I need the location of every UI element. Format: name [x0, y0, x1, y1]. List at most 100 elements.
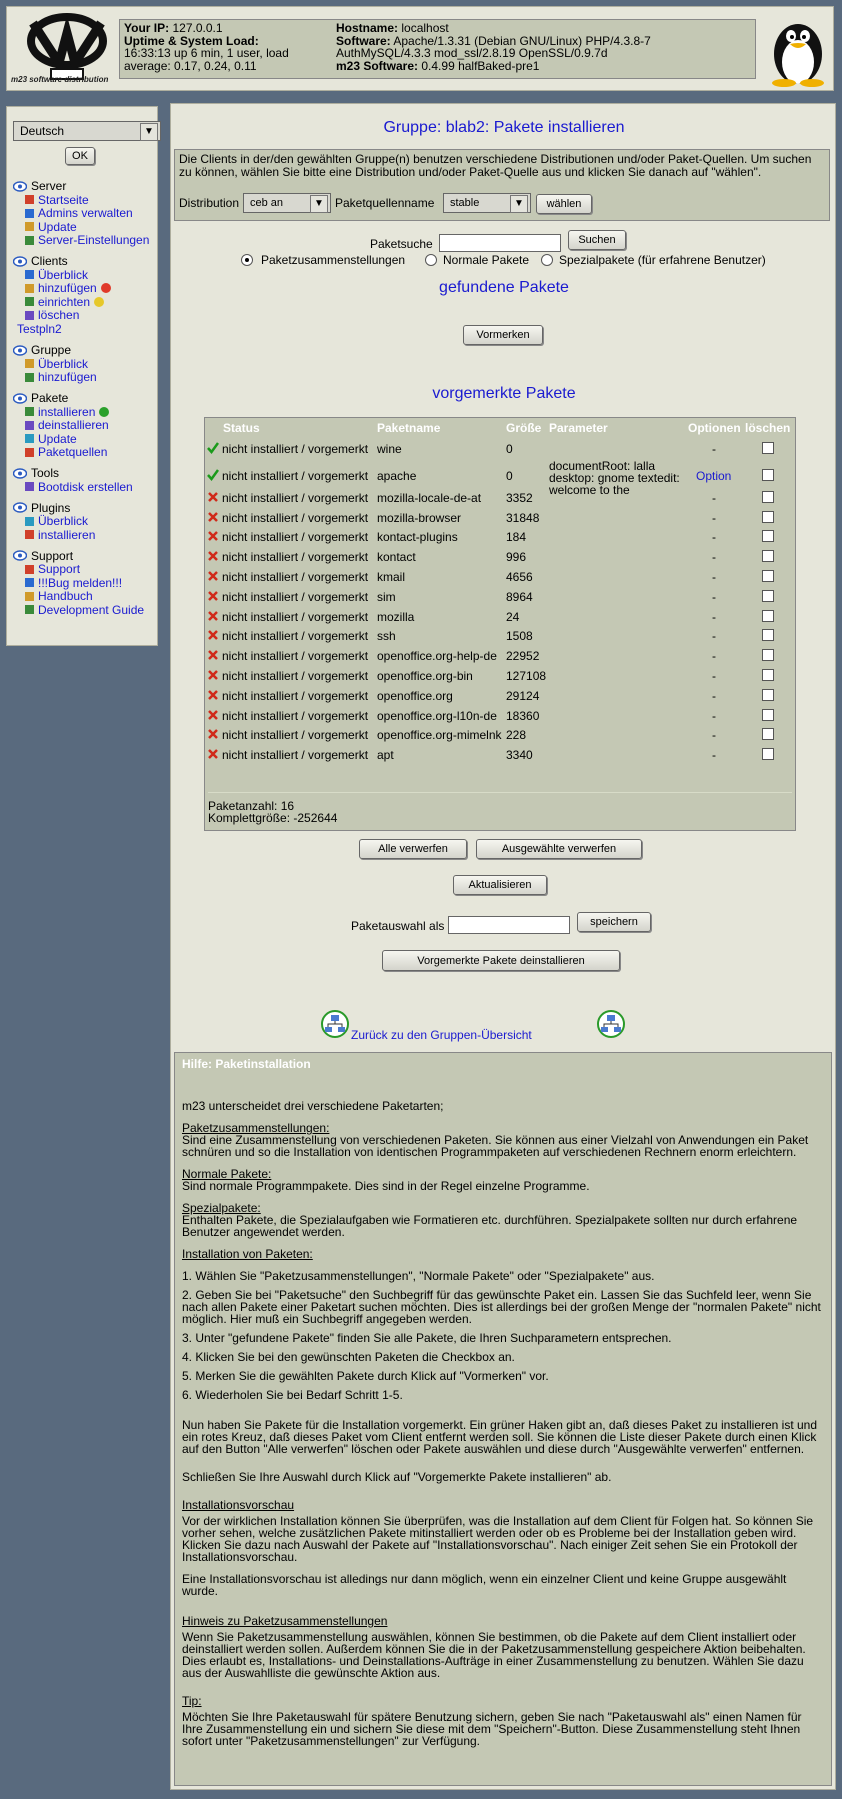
sidebar-item-admins-verwalten[interactable]: Admins verwalten [13, 206, 158, 220]
chevron-down-icon[interactable]: ▼ [310, 195, 328, 213]
sidebar-item-update[interactable]: Update [13, 220, 158, 234]
menu-item-link[interactable]: Paketquellen [38, 445, 107, 459]
cell-status: nicht installiert / vorgemerkt [222, 442, 369, 456]
sidebar-item--bug-melden-[interactable]: !!!Bug melden!!! [13, 576, 158, 590]
menu-item-link[interactable]: !!!Bug melden!!! [38, 576, 122, 590]
menu-item-link[interactable]: Server-Einstellungen [38, 233, 149, 247]
menu-item-link[interactable]: Überblick [38, 268, 88, 282]
network-group-icon[interactable] [597, 1010, 625, 1038]
cell-size: 18360 [506, 708, 540, 723]
save-button[interactable]: speichern [577, 912, 651, 932]
delete-checkbox[interactable] [762, 468, 774, 481]
language-select[interactable]: Deutsch ▼ [13, 121, 161, 141]
delete-checkbox[interactable] [762, 728, 774, 741]
delete-checkbox[interactable] [762, 490, 774, 503]
discard-selected-button[interactable]: Ausgewählte verwerfen [476, 839, 642, 859]
sidebar-item-update[interactable]: Update [13, 432, 158, 446]
sidebar-item-überblick[interactable]: Überblick [13, 357, 158, 371]
sidebar-item-paketquellen[interactable]: Paketquellen [13, 445, 158, 459]
sidebar-item-support[interactable]: Support [13, 562, 158, 576]
menu-item-link[interactable]: Überblick [38, 357, 88, 371]
sidebar-item-überblick[interactable]: Überblick [13, 514, 158, 528]
back-to-groups-link[interactable]: Zurück zu den Gruppen-Übersicht [351, 1028, 532, 1042]
menu-item-link[interactable]: hinzufügen [38, 281, 97, 295]
package-search-input[interactable] [439, 234, 561, 252]
sidebar-item-installieren[interactable]: installieren [13, 528, 158, 542]
refresh-button[interactable]: Aktualisieren [453, 875, 547, 895]
menu-item-link[interactable]: löschen [38, 308, 79, 322]
help-steps-list: 1. Wählen Sie "Paketzusammenstellungen",… [182, 1270, 824, 1401]
uninstall-marked-button[interactable]: Vorgemerkte Pakete deinstallieren [382, 950, 620, 971]
delete-checkbox[interactable] [762, 629, 774, 642]
distribution-select[interactable]: ceb an ▼ [243, 193, 331, 213]
sidebar-item-löschen[interactable]: löschen [13, 308, 158, 322]
chevron-down-icon[interactable]: ▼ [510, 195, 528, 213]
page-title: Gruppe: blab2: Pakete installieren [383, 119, 625, 136]
menu-section-pakete: Pakete installieren deinstallieren Update Pa… [13, 391, 158, 459]
cross-icon [208, 531, 218, 542]
eye-icon [13, 344, 27, 356]
choose-button[interactable]: wählen [536, 194, 592, 214]
delete-checkbox[interactable] [762, 510, 774, 523]
menu-item-link[interactable]: installieren [38, 405, 95, 419]
sidebar-item-hinzufügen[interactable]: hinzufügen [13, 281, 158, 295]
chevron-down-icon[interactable]: ▼ [140, 123, 158, 141]
radio-normale-pakete[interactable] [425, 254, 437, 266]
menu-item-link[interactable]: deinstallieren [38, 418, 109, 432]
sidebar-item-development-guide[interactable]: Development Guide [13, 603, 158, 617]
search-button[interactable]: Suchen [568, 230, 626, 250]
delete-checkbox[interactable] [762, 550, 774, 563]
sidebar-item-einrichten[interactable]: einrichten [13, 295, 158, 309]
menu-item-link[interactable]: einrichten [38, 295, 90, 309]
delete-checkbox[interactable] [762, 688, 774, 701]
menu-item-link[interactable]: Development Guide [38, 603, 144, 617]
sidebar-item-hinzufügen[interactable]: hinzufügen [13, 370, 158, 384]
delete-checkbox[interactable] [762, 442, 774, 454]
menu-section-clients: Clients Überblick hinzufügen einrichten lösc… [13, 254, 158, 336]
language-ok-button[interactable]: OK [65, 147, 95, 165]
menu-item-link[interactable]: Startseite [38, 193, 89, 207]
sidebar-item-startseite[interactable]: Startseite [13, 193, 158, 207]
cross-icon [208, 491, 218, 502]
menu-item-link[interactable]: Support [38, 562, 80, 576]
delete-checkbox[interactable] [762, 748, 774, 761]
delete-checkbox[interactable] [762, 570, 774, 582]
delete-checkbox[interactable] [762, 609, 774, 622]
delete-checkbox[interactable] [762, 530, 774, 543]
delete-checkbox[interactable] [762, 669, 774, 681]
sidebar-item-handbuch[interactable]: Handbuch [13, 589, 158, 603]
sidebar-client-testpln2[interactable]: Testpln2 [13, 322, 158, 336]
network-group-icon[interactable] [321, 1010, 349, 1038]
sidebar-item-bootdisk-erstellen[interactable]: Bootdisk erstellen [13, 480, 158, 494]
menu-item-link[interactable]: Update [38, 432, 77, 446]
marked-packages-table: Status Paketname Größe Parameter Optione… [204, 417, 796, 831]
save-as-input[interactable] [448, 916, 570, 934]
menu-item-link[interactable]: hinzufügen [38, 370, 97, 384]
option-link[interactable]: Option [696, 469, 731, 483]
total-size: Komplettgröße: -252644 [208, 811, 338, 825]
menu-item-link[interactable]: Überblick [38, 514, 88, 528]
discard-all-button[interactable]: Alle verwerfen [359, 839, 467, 859]
delete-checkbox[interactable] [762, 589, 774, 602]
menu-item-link[interactable]: installieren [38, 528, 95, 542]
menu-item-link[interactable]: Bootdisk erstellen [38, 480, 133, 494]
cell-package-name: mozilla-browser [377, 510, 462, 525]
menu-item-link[interactable]: Admins verwalten [38, 206, 133, 220]
cell-package-name: apache [377, 468, 417, 483]
table-row: nicht installiert / vorgemerkt apache 0 doc… [205, 460, 795, 496]
sidebar-item-deinstallieren[interactable]: deinstallieren [13, 418, 158, 432]
delete-checkbox[interactable] [762, 649, 774, 662]
radio-spezialpakete[interactable] [541, 254, 553, 266]
delete-checkbox[interactable] [762, 708, 774, 721]
sidebar-item-server-einstellungen[interactable]: Server-Einstellungen [13, 233, 158, 247]
menu-section-title: Server [13, 179, 158, 193]
mark-button[interactable]: Vormerken [463, 325, 543, 345]
sidebar-item-überblick[interactable]: Überblick [13, 268, 158, 282]
menu-item-icon [25, 420, 34, 430]
source-select[interactable]: stable ▼ [443, 193, 531, 213]
sidebar-item-installieren[interactable]: installieren [13, 405, 158, 419]
radio-paketzusammenstellungen[interactable] [241, 254, 253, 266]
menu-item-link[interactable]: Update [38, 220, 77, 234]
status-dot-icon [94, 296, 105, 307]
menu-item-link[interactable]: Handbuch [38, 589, 93, 603]
